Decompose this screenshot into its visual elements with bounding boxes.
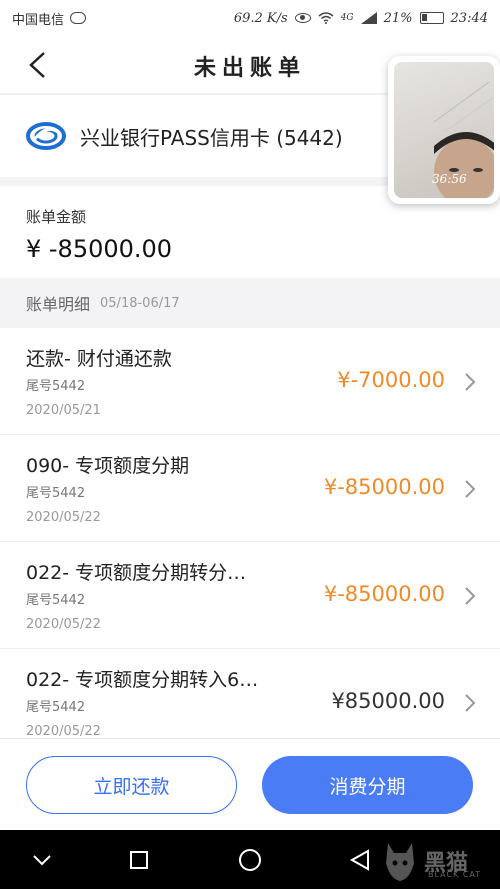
battery-percent: 21% bbox=[383, 10, 413, 26]
transaction-item[interactable]: 022- 专项额度分期转入6… 尾号5442 2020/05/22 ¥85000… bbox=[0, 649, 500, 738]
transaction-title: 090- 专项额度分期 bbox=[26, 455, 190, 477]
cat-logo-icon bbox=[386, 843, 414, 881]
home-button[interactable] bbox=[236, 846, 264, 874]
chevron-right-icon bbox=[465, 480, 476, 498]
installment-button[interactable]: 消费分期 bbox=[262, 756, 473, 814]
chevron-right-icon bbox=[465, 587, 476, 605]
watermark-subtext: BLACK CAT bbox=[428, 870, 482, 879]
triangle-back-icon bbox=[349, 849, 369, 871]
carrier-name: 中国电信 bbox=[12, 12, 65, 28]
transaction-title: 022- 专项额度分期转分… bbox=[26, 562, 247, 584]
battery-icon bbox=[419, 12, 444, 24]
transaction-date: 2020/05/22 bbox=[26, 617, 101, 632]
status-bar: 中国电信 69.2 K/s 4G 21% 23:44 bbox=[0, 0, 500, 36]
circle-icon bbox=[239, 849, 261, 871]
bill-date-range: 05/18-06/17 bbox=[100, 295, 180, 311]
signal-icon bbox=[360, 12, 377, 24]
eye-icon bbox=[294, 13, 311, 23]
transaction-title: 022- 专项额度分期转入6… bbox=[26, 669, 259, 691]
transaction-title: 还款- 财付通还款 bbox=[26, 348, 172, 370]
transaction-date: 2020/05/22 bbox=[26, 724, 101, 738]
bill-amount-value: ¥ -85000.00 bbox=[26, 235, 173, 263]
transaction-card: 尾号5442 bbox=[26, 593, 86, 608]
transaction-amount: ¥85000.00 bbox=[331, 689, 445, 713]
watermark: 黑猫 BLACK CAT bbox=[380, 836, 496, 886]
chevron-right-icon bbox=[465, 694, 476, 712]
transaction-item[interactable]: 022- 专项额度分期转分… 尾号5442 2020/05/22 ¥-85000… bbox=[0, 542, 500, 649]
square-icon bbox=[130, 851, 148, 869]
bill-detail-label: 账单明细 bbox=[26, 295, 91, 314]
bottom-action-bar: 立即还款 消费分期 bbox=[0, 738, 500, 830]
bank-logo-icon bbox=[26, 122, 66, 150]
transaction-list: 还款- 财付通还款 尾号5442 2020/05/21 ¥-7000.00 09… bbox=[0, 328, 500, 738]
network-speed: 69.2 K/s bbox=[233, 10, 288, 26]
transaction-amount: ¥-7000.00 bbox=[337, 368, 445, 392]
network-type: 4G bbox=[340, 13, 354, 23]
chevron-right-icon bbox=[465, 373, 476, 391]
transaction-card: 尾号5442 bbox=[26, 379, 86, 394]
transaction-item[interactable]: 090- 专项额度分期 尾号5442 2020/05/22 ¥-85000.00 bbox=[0, 435, 500, 542]
clock: 23:44 bbox=[450, 10, 488, 26]
collapse-button[interactable] bbox=[28, 846, 56, 874]
video-timer: 36:56 bbox=[432, 172, 467, 186]
video-pip-window[interactable]: 36:56 bbox=[388, 56, 500, 204]
transaction-amount: ¥-85000.00 bbox=[323, 582, 445, 606]
repay-now-button[interactable]: 立即还款 bbox=[26, 756, 237, 814]
bill-amount-label: 账单金额 bbox=[26, 208, 87, 226]
status-right: 69.2 K/s 4G 21% 23:44 bbox=[234, 11, 488, 26]
back-nav-button[interactable] bbox=[346, 846, 374, 874]
card-name: 兴业银行PASS信用卡 (5442) bbox=[80, 125, 343, 150]
chevron-down-icon bbox=[33, 855, 51, 866]
wifi-icon bbox=[318, 12, 334, 24]
recents-button[interactable] bbox=[125, 846, 153, 874]
transaction-item[interactable]: 还款- 财付通还款 尾号5442 2020/05/21 ¥-7000.00 bbox=[0, 328, 500, 435]
message-icon bbox=[70, 12, 87, 24]
video-feed: 36:56 bbox=[394, 62, 494, 198]
transaction-amount: ¥-85000.00 bbox=[323, 475, 445, 499]
transaction-card: 尾号5442 bbox=[26, 700, 86, 715]
transaction-card: 尾号5442 bbox=[26, 486, 86, 501]
bill-detail-header: 账单明细 05/18-06/17 bbox=[0, 278, 500, 328]
status-left: 中国电信 bbox=[12, 9, 87, 28]
transaction-date: 2020/05/21 bbox=[26, 403, 101, 418]
transaction-date: 2020/05/22 bbox=[26, 510, 101, 525]
